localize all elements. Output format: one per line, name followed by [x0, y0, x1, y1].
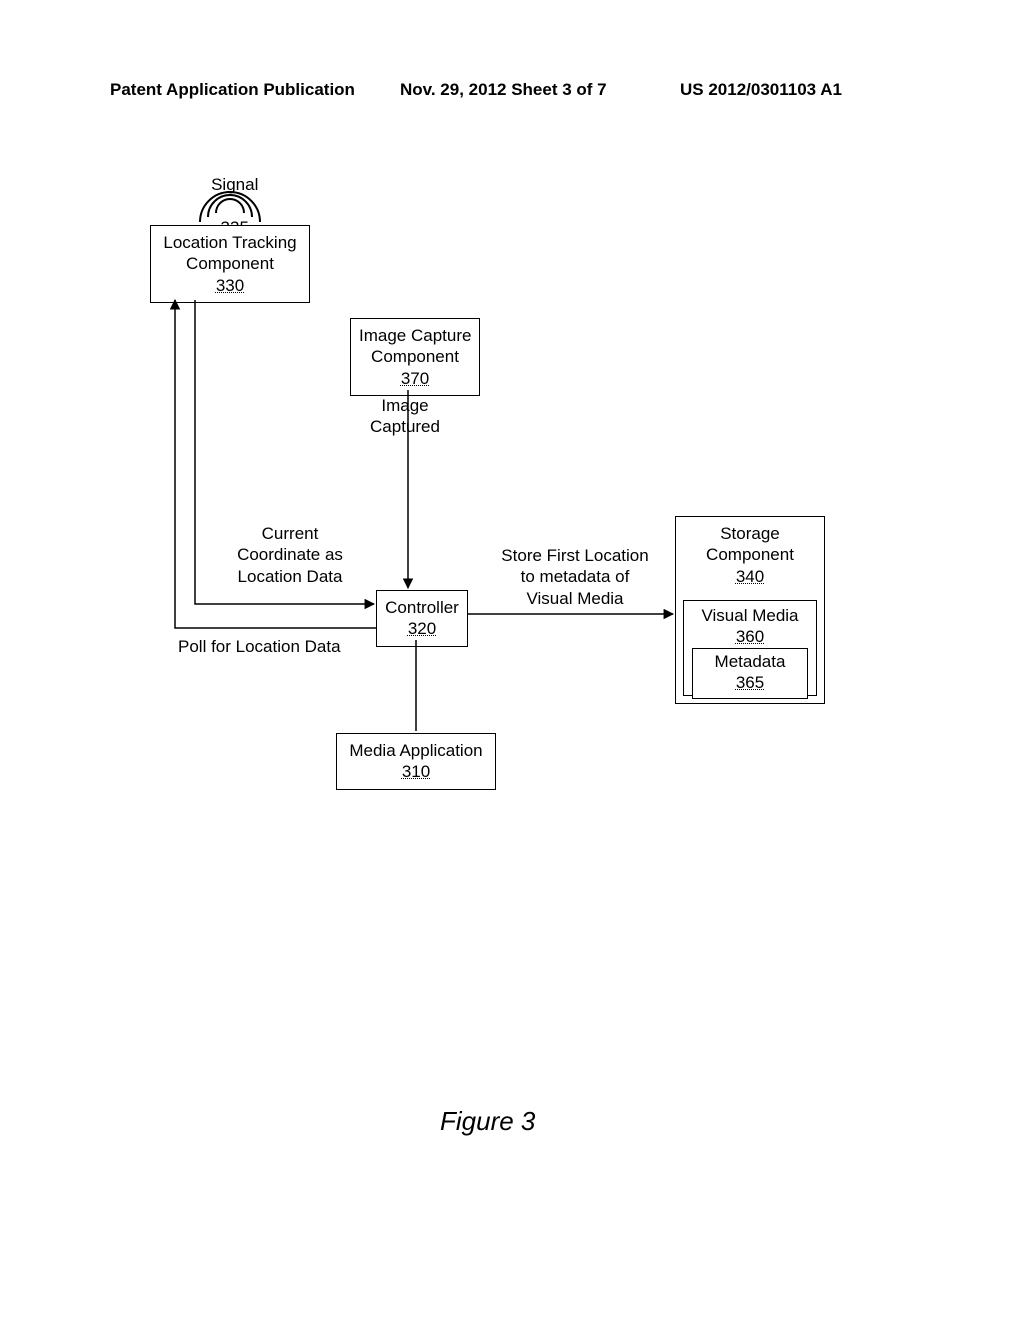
figure-caption: Figure 3 — [440, 1106, 535, 1137]
image-capture-box: Image Capture Component 370 — [350, 318, 480, 396]
media-application-box: Media Application 310 — [336, 733, 496, 790]
header-left: Patent Application Publication — [110, 80, 355, 100]
poll-location-label: Poll for Location Data — [178, 636, 378, 657]
image-capture-ref: 370 — [401, 369, 429, 388]
controller-ref: 320 — [408, 619, 436, 638]
controller-box: Controller 320 — [376, 590, 468, 647]
metadata-ref: 365 — [736, 673, 764, 692]
location-tracking-box: Location Tracking Component 330 — [150, 225, 310, 303]
signal-text: Signal — [211, 175, 258, 194]
storage-component-label: Storage Component — [706, 524, 794, 564]
controller-label: Controller — [385, 598, 459, 617]
location-tracking-label: Location Tracking Component — [163, 233, 296, 273]
storage-component-ref: 340 — [736, 567, 764, 586]
media-application-ref: 310 — [402, 762, 430, 781]
store-first-location-label: Store First Location to metadata of Visu… — [485, 545, 665, 609]
media-application-label: Media Application — [349, 741, 482, 760]
current-coordinate-label: Current Coordinate as Location Data — [215, 523, 365, 587]
header-center: Nov. 29, 2012 Sheet 3 of 7 — [400, 80, 607, 100]
metadata-box: Metadata 365 — [692, 648, 808, 699]
image-captured-label: Image Captured — [345, 395, 465, 438]
visual-media-label: Visual Media — [701, 606, 798, 625]
metadata-label: Metadata — [715, 652, 786, 671]
header-right: US 2012/0301103 A1 — [680, 80, 842, 100]
image-capture-label: Image Capture Component — [359, 326, 471, 366]
visual-media-ref: 360 — [736, 627, 764, 646]
location-tracking-ref: 330 — [216, 276, 244, 295]
